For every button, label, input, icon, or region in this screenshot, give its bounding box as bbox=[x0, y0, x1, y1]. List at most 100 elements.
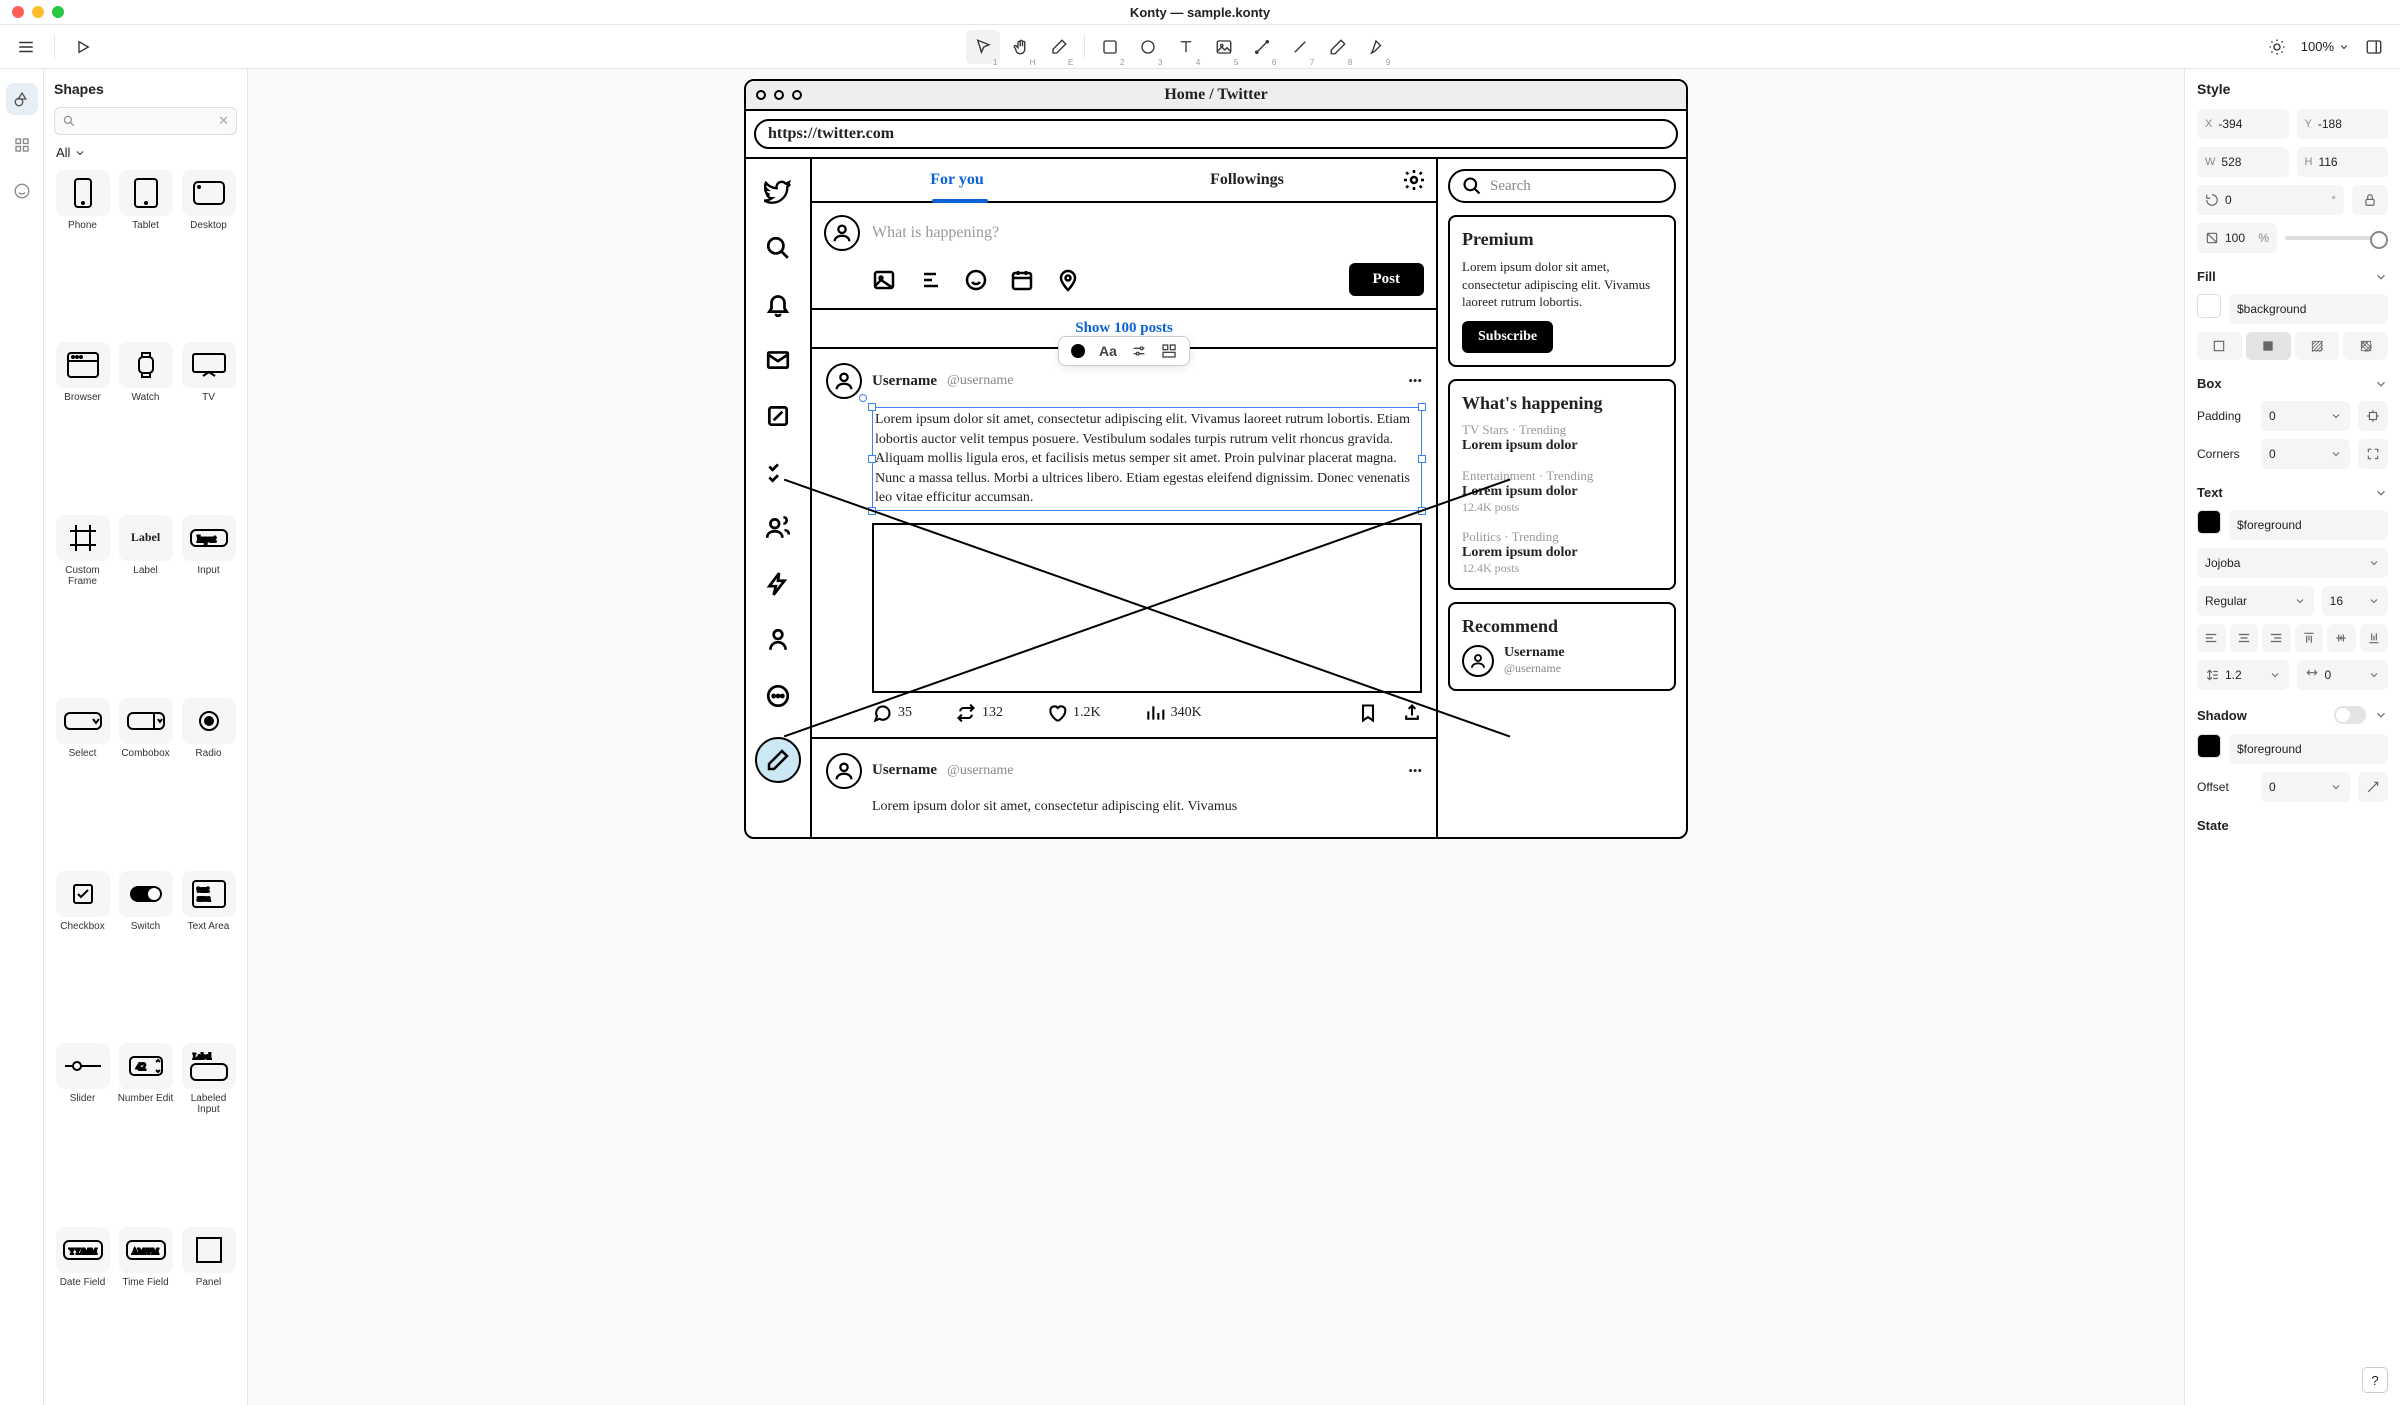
shadow-offset-field[interactable]: 0 bbox=[2261, 772, 2350, 802]
ellipse-tool[interactable]: 3 bbox=[1131, 30, 1165, 64]
shape-radio[interactable]: Radio bbox=[180, 698, 237, 864]
padding-field[interactable]: 0 bbox=[2261, 401, 2350, 431]
rotation-field[interactable]: 0° bbox=[2197, 185, 2344, 215]
play-button[interactable] bbox=[69, 33, 97, 61]
shape-desktop[interactable]: Desktop bbox=[180, 170, 237, 336]
valign-top-button[interactable] bbox=[2295, 624, 2324, 652]
minimize-window-icon[interactable] bbox=[32, 6, 44, 18]
shapes-filter[interactable]: All bbox=[54, 145, 237, 160]
eraser-tool[interactable]: E bbox=[1042, 30, 1076, 64]
shape-custom-frame[interactable]: Custom Frame bbox=[54, 515, 111, 692]
line-height-field[interactable]: 1.2 bbox=[2197, 660, 2289, 690]
text-color-field[interactable]: $foreground bbox=[2229, 510, 2388, 540]
h-field[interactable]: H116 bbox=[2297, 147, 2389, 177]
fill-value-field[interactable]: $background bbox=[2229, 294, 2388, 324]
mockup-url[interactable]: https://twitter.com bbox=[754, 119, 1678, 149]
padding-individual-button[interactable] bbox=[2358, 401, 2388, 431]
fill-mode-solid[interactable] bbox=[2246, 332, 2291, 360]
trend-2[interactable]: Entertainment · Trending Lorem ipsum dol… bbox=[1462, 468, 1662, 515]
canvas[interactable]: Home / Twitter https://twitter.com bbox=[248, 69, 2184, 1405]
text-section[interactable]: Text bbox=[2197, 485, 2388, 500]
corners-field[interactable]: 0 bbox=[2261, 439, 2350, 469]
box-section[interactable]: Box bbox=[2197, 376, 2388, 391]
align-left-button[interactable] bbox=[2197, 624, 2226, 652]
bolt-icon[interactable] bbox=[763, 569, 793, 599]
align-right-button[interactable] bbox=[2262, 624, 2291, 652]
shape-switch[interactable]: Switch bbox=[117, 871, 174, 1037]
pencil-tool[interactable]: 8 bbox=[1321, 30, 1355, 64]
search-nav-icon[interactable] bbox=[763, 233, 793, 263]
font-icon[interactable]: Aa bbox=[1099, 343, 1117, 359]
state-section[interactable]: State bbox=[2197, 818, 2388, 833]
text-tool[interactable]: 4 bbox=[1169, 30, 1203, 64]
shape-date-field[interactable]: YY/MMDate Field bbox=[54, 1227, 111, 1393]
clear-icon[interactable]: ✕ bbox=[218, 113, 229, 129]
shape-combobox[interactable]: Combobox bbox=[117, 698, 174, 864]
twitter-icon[interactable] bbox=[763, 177, 793, 207]
shape-labeled-input[interactable]: LabelLabeled Input bbox=[180, 1043, 237, 1220]
shape-select[interactable]: Select bbox=[54, 698, 111, 864]
hand-tool[interactable]: H bbox=[1004, 30, 1038, 64]
shadow-toggle[interactable] bbox=[2334, 706, 2366, 724]
users-icon[interactable] bbox=[763, 513, 793, 543]
opacity-slider[interactable] bbox=[2285, 236, 2388, 240]
theme-button[interactable] bbox=[2263, 33, 2291, 61]
adjust-icon[interactable] bbox=[1131, 343, 1147, 359]
trend-3[interactable]: Politics · Trending Lorem ipsum dolor 12… bbox=[1462, 529, 1662, 576]
mail-icon[interactable] bbox=[763, 345, 793, 375]
like-stat[interactable]: 1.2K bbox=[1047, 703, 1101, 723]
tab-for-you[interactable]: For you bbox=[812, 171, 1102, 189]
shadow-color-field[interactable]: $foreground bbox=[2229, 734, 2388, 764]
shape-panel[interactable]: Panel bbox=[180, 1227, 237, 1393]
profile-icon[interactable] bbox=[763, 625, 793, 655]
bookmark-icon[interactable] bbox=[1358, 703, 1378, 723]
shape-watch[interactable]: Watch bbox=[117, 342, 174, 508]
shape-slider[interactable]: Slider bbox=[54, 1043, 111, 1220]
help-button[interactable]: ? bbox=[2362, 1367, 2388, 1393]
tweet-1[interactable]: Username @username ••• Lorem ipsum dolor… bbox=[812, 349, 1436, 739]
shape-tv[interactable]: TV bbox=[180, 342, 237, 508]
bell-icon[interactable] bbox=[763, 289, 793, 319]
shape-time-field[interactable]: AM/PMTime Field bbox=[117, 1227, 174, 1393]
select-tool[interactable]: 1 bbox=[966, 30, 1000, 64]
mockup-browser[interactable]: Home / Twitter https://twitter.com bbox=[744, 79, 1688, 839]
x-field[interactable]: X-394 bbox=[2197, 109, 2289, 139]
tweet-image-placeholder[interactable] bbox=[872, 523, 1422, 693]
compose-placeholder[interactable]: What is happening? bbox=[872, 224, 999, 242]
shadow-color-swatch[interactable] bbox=[2197, 734, 2221, 758]
fill-color-swatch[interactable] bbox=[2197, 294, 2221, 318]
w-field[interactable]: W528 bbox=[2197, 147, 2289, 177]
edit-icon[interactable] bbox=[763, 401, 793, 431]
trend-1[interactable]: TV Stars · Trending Lorem ipsum dolor bbox=[1462, 422, 1662, 454]
text-color-swatch[interactable] bbox=[2197, 510, 2221, 534]
reply-stat[interactable]: 35 bbox=[872, 703, 912, 723]
rect-tool[interactable]: 2 bbox=[1093, 30, 1127, 64]
shape-tablet[interactable]: Tablet bbox=[117, 170, 174, 336]
poll-action-icon[interactable] bbox=[918, 268, 942, 292]
shape-label[interactable]: LabelLabel bbox=[117, 515, 174, 692]
y-field[interactable]: Y-188 bbox=[2297, 109, 2389, 139]
letter-spacing-field[interactable]: 0 bbox=[2297, 660, 2389, 690]
image-tool[interactable]: 5 bbox=[1207, 30, 1241, 64]
valign-bottom-button[interactable] bbox=[2360, 624, 2389, 652]
align-center-button[interactable] bbox=[2230, 624, 2259, 652]
emoji-action-icon[interactable] bbox=[964, 268, 988, 292]
shape-number-edit[interactable]: 42Number Edit bbox=[117, 1043, 174, 1220]
image-action-icon[interactable] bbox=[872, 268, 896, 292]
fill-section[interactable]: Fill bbox=[2197, 269, 2388, 284]
tweet-more-icon[interactable]: ••• bbox=[1408, 373, 1422, 389]
search-box[interactable]: Search bbox=[1448, 169, 1676, 203]
font-select[interactable]: Jojoba bbox=[2197, 548, 2388, 578]
weight-select[interactable]: Regular bbox=[2197, 586, 2314, 616]
shapes-tab[interactable] bbox=[6, 83, 38, 115]
valign-middle-button[interactable] bbox=[2327, 624, 2356, 652]
emoji-tab[interactable] bbox=[6, 175, 38, 207]
corners-individual-button[interactable] bbox=[2358, 439, 2388, 469]
location-action-icon[interactable] bbox=[1056, 268, 1080, 292]
shadow-direction-button[interactable] bbox=[2358, 772, 2388, 802]
menu-button[interactable] bbox=[12, 33, 40, 61]
line-tool[interactable]: 6 bbox=[1245, 30, 1279, 64]
list-icon[interactable] bbox=[763, 457, 793, 487]
views-stat[interactable]: 340K bbox=[1145, 703, 1202, 723]
show-posts-link[interactable]: Show 100 posts Aa bbox=[812, 310, 1436, 349]
